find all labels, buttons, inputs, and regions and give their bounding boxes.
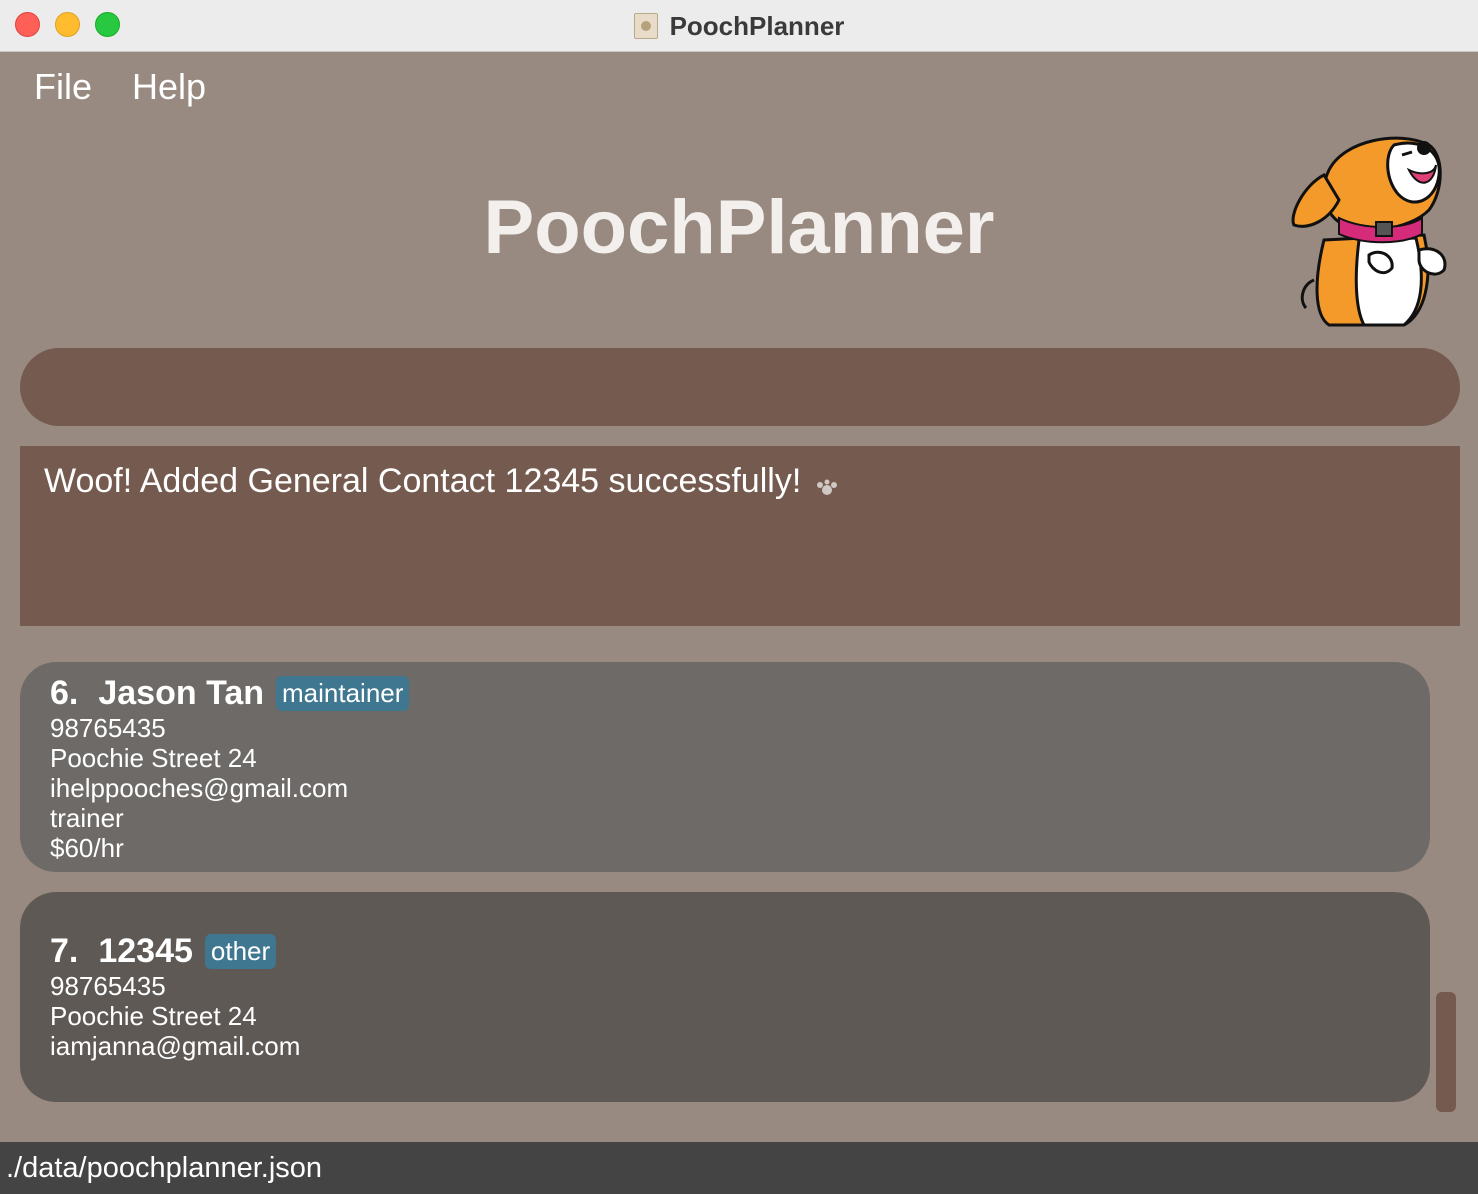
app-title: PoochPlanner [483, 185, 995, 270]
command-input[interactable] [20, 348, 1460, 426]
contact-phone: 98765435 [50, 713, 166, 743]
contact-index: 6. [50, 674, 79, 712]
contact-name: Jason Tan [98, 674, 264, 712]
menu-help[interactable]: Help [132, 66, 206, 108]
contact-phone: 98765435 [50, 971, 166, 1001]
contact-name: 12345 [98, 932, 193, 970]
contact-card[interactable]: 7. 12345 other 98765435 Poochie Street 2… [20, 892, 1430, 1102]
contact-tag: maintainer [276, 676, 410, 711]
contact-skill: trainer [50, 803, 124, 833]
contact-card[interactable]: 6. Jason Tan maintainer 98765435 Poochie… [20, 662, 1430, 872]
contact-header: 7. 12345 other [50, 892, 1400, 971]
dog-mascot-icon [1291, 136, 1447, 327]
contact-email: ihelppooches@gmail.com [50, 773, 349, 803]
title-bar: PoochPlanner [0, 0, 1478, 52]
contact-email: iamjanna@gmail.com [50, 1031, 301, 1061]
contact-tag: other [204, 934, 277, 969]
menu-file[interactable]: File [34, 66, 92, 108]
contact-address: Poochie Street 24 [50, 743, 257, 773]
contact-index: 7. [50, 932, 79, 970]
contact-list[interactable]: 6. Jason Tan maintainer 98765435 Poochie… [20, 662, 1430, 1122]
paw-icon [816, 479, 837, 495]
status-bar: ./data/poochplanner.json [0, 1142, 1478, 1194]
menu-bar: File Help [34, 66, 206, 108]
contact-salary: $60/hr [50, 833, 124, 863]
list-scrollbar[interactable] [1436, 992, 1456, 1112]
save-file-path: ./data/poochplanner.json [6, 1151, 323, 1184]
window-title: PoochPlanner [669, 10, 845, 41]
app-icon [633, 13, 658, 39]
contact-header: 6. Jason Tan maintainer [50, 662, 1400, 713]
contact-address: Poochie Street 24 [50, 1001, 257, 1031]
result-display: Woof! Added General Contact 12345 succes… [20, 446, 1460, 626]
result-message: Woof! Added General Contact 12345 succes… [44, 462, 802, 500]
window-title-group: PoochPlanner [0, 0, 1478, 52]
